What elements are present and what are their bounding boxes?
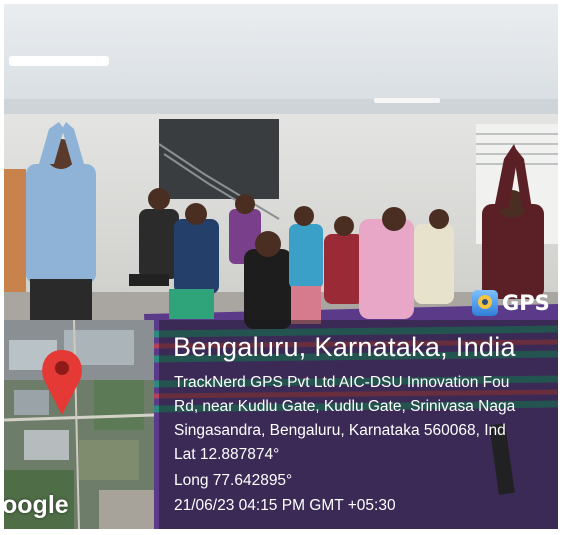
- timestamp: 21/06/23 04:15 PM GMT +05:30: [174, 497, 396, 514]
- location-info-panel: Bengaluru, Karnataka, India TrackNerd GP…: [159, 320, 558, 529]
- place-name: Bengaluru, Karnataka, India: [173, 332, 516, 362]
- latitude: Lat 12.887874°: [174, 446, 280, 463]
- google-logo: oogle: [4, 491, 69, 519]
- address-line-3: Singasandra, Bengaluru, Karnataka 560068…: [174, 422, 506, 439]
- gps-map-camera-icon: [472, 290, 498, 316]
- address-line-2: Rd, near Kudlu Gate, Kudlu Gate, Sriniva…: [174, 398, 516, 415]
- yoga-class-photo: GPS oogle Bengaluru, Karnataka, India Tr…: [4, 4, 558, 529]
- gps-badge: GPS: [472, 287, 550, 319]
- longitude: Long 77.642895°: [174, 472, 293, 489]
- map-thumbnail: oogle: [4, 320, 154, 529]
- gps-badge-label: GPS: [502, 291, 550, 315]
- address-line-1: TrackNerd GPS Pvt Ltd AIC-DSU Innovation…: [174, 374, 510, 391]
